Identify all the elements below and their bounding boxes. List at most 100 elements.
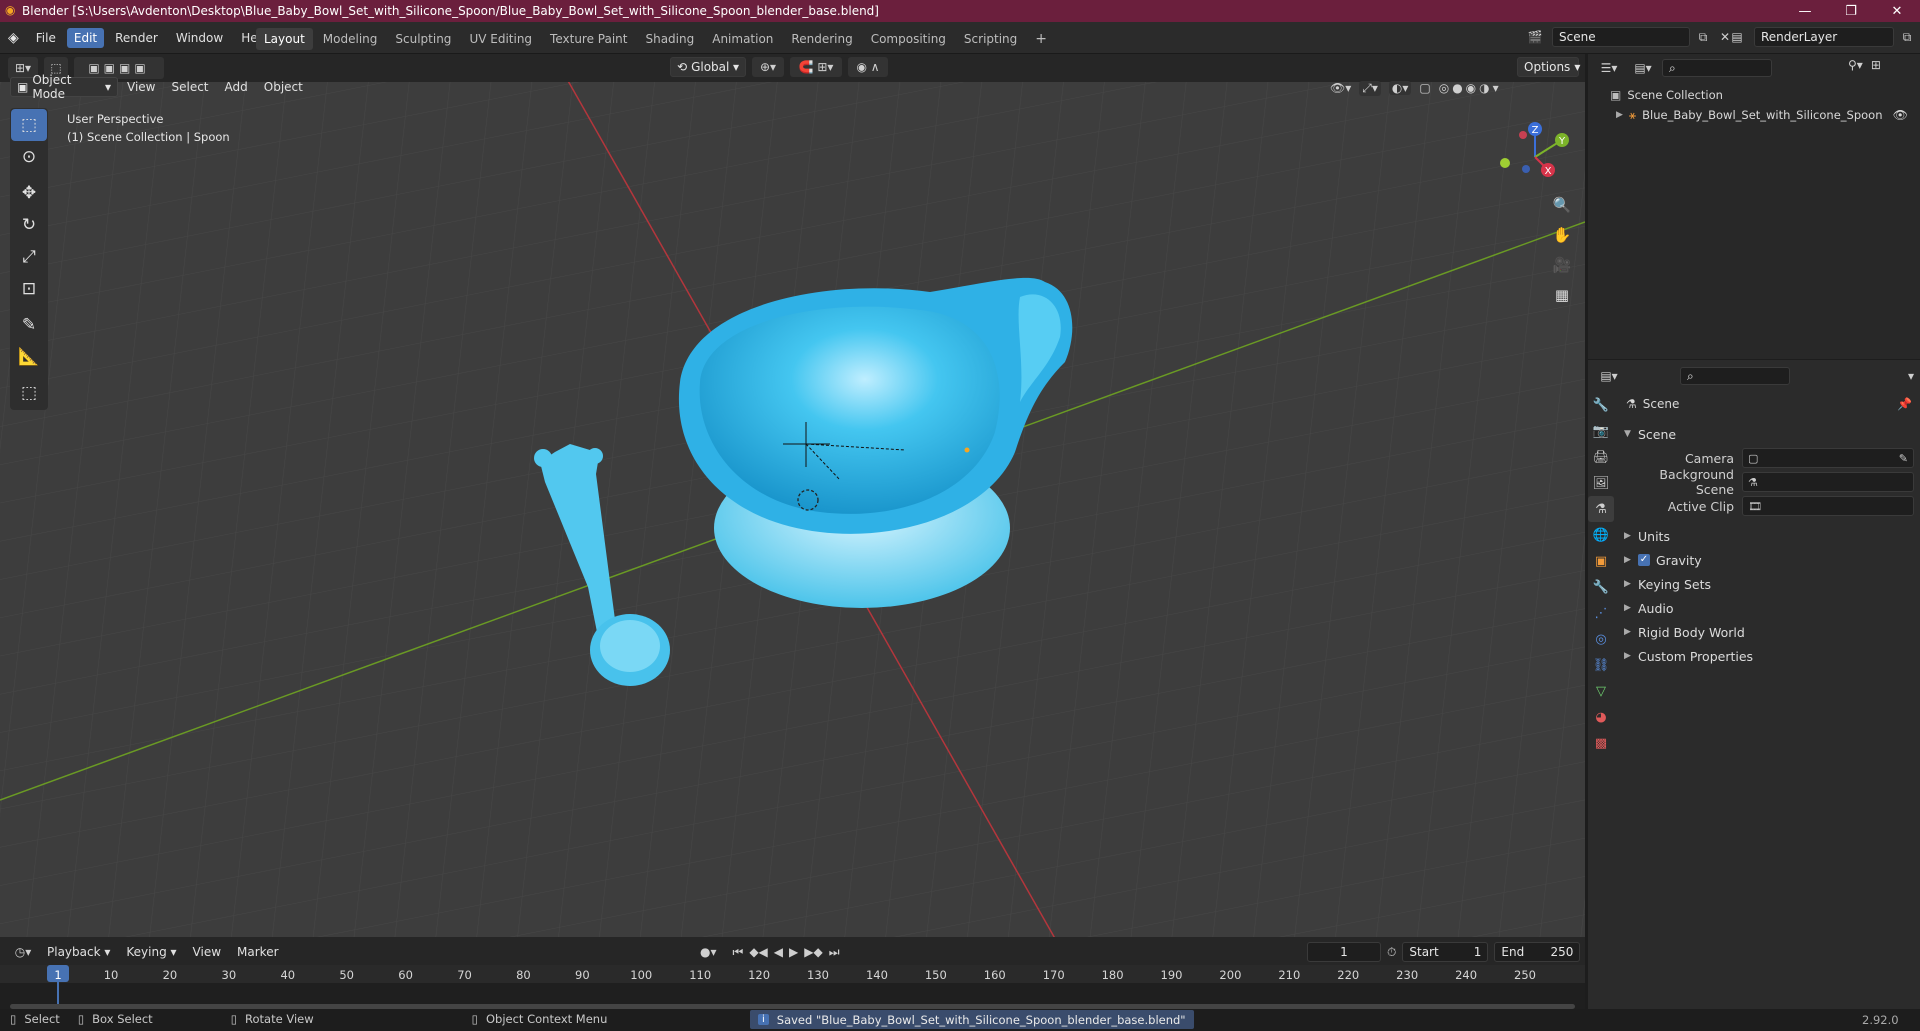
panel-audio[interactable]: ▶ Audio — [1624, 596, 1914, 620]
camera-view-icon[interactable]: 🎥 — [1549, 252, 1575, 278]
outliner-search-input[interactable]: ⌕ — [1662, 59, 1772, 77]
transform-tool-icon[interactable]: ⊡ — [11, 273, 47, 305]
properties-options-icon[interactable]: ▾ — [1908, 369, 1914, 383]
section-scene-header[interactable]: ▼ Scene — [1624, 422, 1914, 446]
frame-tick-label: 200 — [1219, 968, 1242, 982]
menu-edit[interactable]: Edit — [66, 28, 105, 48]
panel-custom-properties[interactable]: ▶ Custom Properties — [1624, 644, 1914, 668]
render-tab-icon[interactable]: 📷 — [1588, 418, 1614, 444]
cursor-tool-icon[interactable]: ⊙ — [11, 141, 47, 173]
overlay-toggle-icon[interactable]: ◐▾ — [1388, 81, 1412, 95]
proportional-editing-toggle[interactable]: ◉ ∧ — [848, 57, 888, 77]
properties-editor-type-icon[interactable]: ▤▾ — [1594, 369, 1624, 383]
menu-window[interactable]: Window — [169, 28, 230, 48]
navigation-gizmo[interactable]: Z Y X — [1490, 117, 1570, 197]
outliner-row-scene-collection[interactable]: ▣ Scene Collection — [1610, 86, 1723, 104]
gizmo-toggle-icon[interactable]: ⤢▾ — [1359, 80, 1381, 96]
material-tab-icon[interactable]: ◕ — [1588, 704, 1614, 730]
constraints-tab-icon[interactable]: ⛓ — [1588, 652, 1614, 678]
new-scene-icon[interactable]: ⧉ — [1694, 30, 1712, 45]
camera-label: Camera — [1684, 450, 1734, 466]
menu-file[interactable]: File — [29, 28, 63, 48]
texture-tab-icon[interactable]: ▩ — [1588, 730, 1614, 756]
scene-tab-icon[interactable]: ⚗ — [1588, 496, 1614, 522]
xray-toggle-icon[interactable]: ▢ — [1419, 81, 1430, 95]
pin-icon[interactable]: 📌 — [1897, 397, 1912, 411]
camera-field[interactable]: ▢ ✎ — [1742, 448, 1914, 468]
tab-scripting[interactable]: Scripting — [956, 28, 1025, 50]
options-dropdown[interactable]: Options ▾ — [1517, 57, 1580, 77]
minimize-button[interactable]: — — [1782, 0, 1828, 22]
renderlayer-browse-icon[interactable]: ▤ — [1724, 30, 1750, 44]
scene-field[interactable]: Scene — [1552, 27, 1690, 47]
panel-units[interactable]: ▶ Units — [1624, 524, 1914, 548]
scale-tool-icon[interactable]: ⤢ — [11, 241, 47, 273]
restore-button[interactable]: ❐ — [1828, 0, 1874, 22]
eyedropper-icon[interactable]: ✎ — [1899, 452, 1908, 465]
status-context-menu-label: Object Context Menu — [485, 1012, 608, 1026]
tab-shading[interactable]: Shading — [637, 28, 702, 50]
close-button[interactable]: ✕ — [1874, 0, 1920, 22]
tab-modeling[interactable]: Modeling — [315, 28, 386, 50]
tab-texture-paint[interactable]: Texture Paint — [542, 28, 635, 50]
display-mode-icon[interactable]: ▤▾ — [1630, 61, 1656, 75]
viewport-menu-select[interactable]: Select — [164, 77, 215, 97]
panel-rigid-body-world[interactable]: ▶ Rigid Body World — [1624, 620, 1914, 644]
world-tab-icon[interactable]: 🌐 — [1588, 522, 1614, 548]
3d-viewport[interactable]: User Perspective (1) Scene Collection | … — [0, 82, 1585, 937]
particles-tab-icon[interactable]: ⋰ — [1588, 600, 1614, 626]
outliner-root-label: Scene Collection — [1627, 88, 1723, 102]
tab-layout[interactable]: Layout — [256, 28, 313, 50]
pan-hand-icon[interactable]: ✋ — [1549, 222, 1575, 248]
rotate-tool-icon[interactable]: ↻ — [11, 209, 47, 241]
outliner-editor-type-icon[interactable]: ☰▾ — [1594, 61, 1624, 75]
panel-gravity[interactable]: ▶ ✓ Gravity — [1624, 548, 1914, 572]
visibility-icon[interactable]: 👁▾ — [1330, 81, 1351, 95]
move-tool-icon[interactable]: ✥ — [11, 177, 47, 209]
tab-sculpting[interactable]: Sculpting — [387, 28, 459, 50]
blender-menu-icon[interactable]: ◈ — [8, 30, 19, 46]
outliner-row-object[interactable]: ▶ ⚹ Blue_Baby_Bowl_Set_with_Silicone_Spo… — [1616, 106, 1916, 124]
expand-arrow-icon[interactable]: ▶ — [1616, 110, 1623, 120]
snap-toggle[interactable]: 🧲 ⊞▾ — [790, 57, 842, 77]
modifier-tab-icon[interactable]: 🔧 — [1588, 574, 1614, 600]
physics-tab-icon[interactable]: ◎ — [1588, 626, 1614, 652]
new-renderlayer-icon[interactable]: ⧉ — [1898, 30, 1916, 45]
tool-tab-icon[interactable]: 🔧 — [1588, 392, 1614, 418]
viewport-menu-view[interactable]: View — [120, 77, 162, 97]
pivot-dropdown[interactable]: ⊕▾ — [752, 57, 784, 77]
active-clip-field[interactable]: 🎞 — [1742, 496, 1914, 516]
background-scene-row: Background Scene ⚗ — [1624, 467, 1914, 497]
menu-render[interactable]: Render — [108, 28, 165, 48]
scene-browse-icon[interactable]: 🎬 — [1522, 30, 1548, 44]
viewport-menu-object[interactable]: Object — [257, 77, 310, 97]
annotate-tool-icon[interactable]: ✎ — [11, 309, 47, 341]
viewport-menu-add[interactable]: Add — [218, 77, 255, 97]
data-tab-icon[interactable]: ▽ — [1588, 678, 1614, 704]
new-collection-icon[interactable]: ⊞ — [1871, 58, 1881, 72]
mode-dropdown[interactable]: ▣ Object Mode ▾ — [10, 73, 118, 101]
filter-icon[interactable]: ⚲▾ — [1848, 58, 1863, 72]
measure-tool-icon[interactable]: 📐 — [11, 341, 47, 373]
tab-uv-editing[interactable]: UV Editing — [461, 28, 540, 50]
shading-mode-icons[interactable]: ◎●◉◑▾ — [1439, 81, 1502, 95]
panel-keying-sets[interactable]: ▶ Keying Sets — [1624, 572, 1914, 596]
properties-search-input[interactable]: ⌕ — [1680, 367, 1790, 385]
zoom-icon[interactable]: 🔍 — [1549, 192, 1575, 218]
perspective-toggle-icon[interactable]: ▦ — [1549, 282, 1575, 308]
add-workspace-icon[interactable]: + — [1027, 27, 1055, 51]
eye-visibility-icon[interactable]: 👁 — [1893, 108, 1908, 122]
orientation-dropdown[interactable]: ⟲ Global ▾ — [670, 57, 746, 77]
output-tab-icon[interactable]: 🖨 — [1588, 444, 1614, 470]
tab-compositing[interactable]: Compositing — [863, 28, 954, 50]
view-layer-tab-icon[interactable]: 🖼 — [1588, 470, 1614, 496]
object-tab-icon[interactable]: ▣ — [1588, 548, 1614, 574]
renderlayer-field[interactable]: RenderLayer — [1754, 27, 1894, 47]
background-scene-label: Background Scene — [1659, 467, 1734, 497]
tab-animation[interactable]: Animation — [704, 28, 781, 50]
select-box-tool-icon[interactable]: ⬚ — [11, 109, 47, 141]
add-cube-tool-icon[interactable]: ⬚ — [11, 377, 47, 409]
tab-rendering[interactable]: Rendering — [783, 28, 860, 50]
gravity-checkbox[interactable]: ✓ — [1638, 554, 1650, 566]
background-scene-field[interactable]: ⚗ — [1742, 472, 1914, 492]
